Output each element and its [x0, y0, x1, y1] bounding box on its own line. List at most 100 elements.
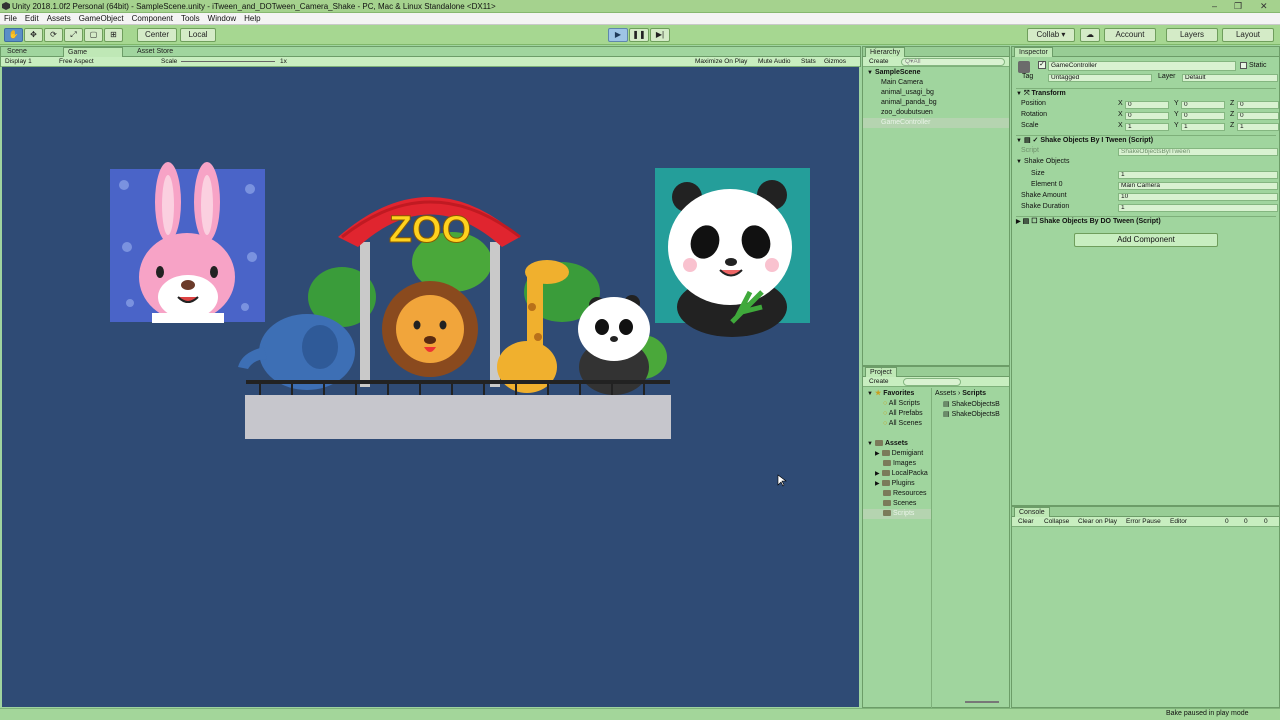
breadcrumb-item[interactable]: Assets — [935, 390, 956, 397]
project-create-button[interactable]: Create — [869, 377, 889, 387]
static-toggle[interactable]: Static — [1240, 61, 1266, 71]
rotation-y-field[interactable]: 0 — [1181, 112, 1225, 120]
position-z-field[interactable]: 0 — [1237, 101, 1279, 109]
folder-item[interactable]: ▶ LocalPacka — [875, 469, 928, 479]
tab-asset-store[interactable]: Asset Store — [133, 47, 177, 57]
folder-item[interactable]: Images — [883, 459, 916, 469]
menu-gameobject[interactable]: GameObject — [75, 13, 128, 23]
menu-edit[interactable]: Edit — [21, 13, 43, 23]
aspect-dropdown[interactable]: Free Aspect — [59, 57, 94, 67]
console-editor-dropdown[interactable]: Editor — [1170, 517, 1187, 527]
scene-root[interactable]: ▼ SampleScene — [867, 68, 920, 78]
menu-tools[interactable]: Tools — [177, 13, 204, 23]
transform-tool-icon[interactable]: ⊞ — [104, 28, 123, 42]
favorite-item[interactable]: ○ All Scripts — [883, 399, 920, 409]
project-search-input[interactable] — [903, 378, 961, 386]
folder-item[interactable]: Resources — [883, 489, 926, 499]
console-clear-on-play-button[interactable]: Clear on Play — [1078, 517, 1117, 527]
file-item[interactable]: ▤ ShakeObjectsB — [943, 410, 1000, 420]
element-0-field[interactable]: Main Camera — [1118, 182, 1278, 190]
folder-item[interactable]: ▶ Plugins — [875, 479, 915, 489]
rect-tool-icon[interactable]: ▢ — [84, 28, 103, 42]
hierarchy-create-button[interactable]: Create — [869, 57, 889, 67]
icon-size-slider[interactable] — [965, 701, 999, 703]
maximize-button[interactable]: ❐ — [1234, 1, 1242, 12]
folder-item-selected[interactable]: Scripts — [863, 509, 931, 519]
pivot-center-button[interactable]: Center — [137, 28, 177, 42]
hierarchy-item[interactable]: animal_panda_bg — [881, 98, 937, 108]
position-y-field[interactable]: 0 — [1181, 101, 1225, 109]
gizmos-dropdown[interactable]: Gizmos — [824, 57, 846, 67]
rotation-x-field[interactable]: 0 — [1125, 112, 1169, 120]
favorite-item[interactable]: ○ All Scenes — [883, 419, 922, 429]
size-field[interactable]: 1 — [1118, 171, 1278, 179]
console-info-count[interactable]: 0 — [1225, 517, 1229, 527]
tab-scene[interactable]: Scene — [3, 47, 31, 57]
layout-dropdown[interactable]: Layout — [1222, 28, 1274, 42]
collab-button[interactable]: Collab ▾ — [1027, 28, 1075, 42]
scale-slider[interactable] — [181, 61, 275, 62]
object-name-field[interactable]: GameController — [1048, 61, 1236, 71]
display-dropdown[interactable]: Display 1 — [5, 57, 32, 67]
favorites-header[interactable]: ▼ ★ Favorites — [867, 389, 914, 399]
menu-help[interactable]: Help — [240, 13, 264, 23]
folder-item[interactable]: Scenes — [883, 499, 916, 509]
maximize-on-play-toggle[interactable]: Maximize On Play — [695, 57, 747, 67]
static-checkbox[interactable] — [1240, 61, 1247, 69]
add-component-button[interactable]: Add Component — [1074, 233, 1218, 247]
hierarchy-item[interactable]: Main Camera — [881, 78, 923, 88]
console-warning-count[interactable]: 0 — [1244, 517, 1248, 527]
transform-header[interactable]: ▼ ⤧ Transform — [1016, 88, 1276, 99]
hierarchy-item-selected[interactable]: GameController — [863, 118, 1009, 128]
favorite-item[interactable]: ○ All Prefabs — [883, 409, 923, 419]
hierarchy-item[interactable]: zoo_doubutsuen — [881, 108, 933, 118]
console-error-pause-button[interactable]: Error Pause — [1126, 517, 1161, 527]
space-local-button[interactable]: Local — [180, 28, 216, 42]
tab-game[interactable]: Game — [63, 47, 123, 57]
scale-tool-icon[interactable]: ⤢ — [64, 28, 83, 42]
console-collapse-button[interactable]: Collapse — [1044, 517, 1069, 527]
pause-button[interactable]: ❚❚ — [629, 28, 649, 42]
itween-component-header[interactable]: ▼ ▤ ✓ Shake Objects By I Tween (Script) — [1016, 135, 1276, 146]
assets-header[interactable]: ▼ Assets — [867, 439, 908, 449]
step-button[interactable]: ▶| — [650, 28, 670, 42]
file-item[interactable]: ▤ ShakeObjectsB — [943, 400, 1000, 410]
dotween-component-header[interactable]: ▶ ▤ ☐ Shake Objects By DO Tween (Script) — [1016, 216, 1276, 227]
console-clear-button[interactable]: Clear — [1018, 517, 1034, 527]
position-x-field[interactable]: 0 — [1125, 101, 1169, 109]
rotate-tool-icon[interactable]: ⟳ — [44, 28, 63, 42]
tab-project[interactable]: Project — [865, 367, 897, 377]
cloud-icon[interactable]: ☁ — [1080, 28, 1100, 42]
hierarchy-item[interactable]: animal_usagi_bg — [881, 88, 934, 98]
rotation-z-field[interactable]: 0 — [1237, 112, 1279, 120]
play-button[interactable]: ▶ — [608, 28, 628, 42]
account-dropdown[interactable]: Account — [1104, 28, 1156, 42]
mute-audio-toggle[interactable]: Mute Audio — [758, 57, 791, 67]
shake-objects-foldout[interactable]: ▼ Shake Objects — [1016, 157, 1069, 167]
tag-dropdown[interactable]: Untagged — [1048, 74, 1152, 82]
layers-dropdown[interactable]: Layers — [1166, 28, 1218, 42]
scale-z-field[interactable]: 1 — [1237, 123, 1279, 131]
tab-console[interactable]: Console — [1014, 507, 1050, 517]
game-view[interactable]: ZOO — [2, 67, 859, 707]
minimize-button[interactable]: – — [1212, 1, 1217, 11]
active-checkbox[interactable]: ✓ — [1038, 61, 1046, 69]
scale-y-field[interactable]: 1 — [1181, 123, 1225, 131]
breadcrumb-item[interactable]: Scripts — [962, 390, 986, 397]
hand-tool-icon[interactable]: ✋ — [4, 28, 23, 42]
stats-toggle[interactable]: Stats — [801, 57, 816, 67]
tab-inspector[interactable]: Inspector — [1014, 47, 1053, 57]
shake-duration-field[interactable]: 1 — [1118, 204, 1278, 212]
folder-item[interactable]: ▶ Demigiant — [875, 449, 923, 459]
menu-file[interactable]: File — [0, 13, 21, 23]
menu-assets[interactable]: Assets — [43, 13, 75, 23]
shake-amount-field[interactable]: 10 — [1118, 193, 1278, 201]
menu-component[interactable]: Component — [128, 13, 177, 23]
tab-hierarchy[interactable]: Hierarchy — [865, 47, 905, 57]
close-button[interactable]: ✕ — [1260, 1, 1268, 12]
menu-window[interactable]: Window — [204, 13, 240, 23]
layer-dropdown[interactable]: Default — [1182, 74, 1278, 82]
console-error-count[interactable]: 0 — [1264, 517, 1268, 527]
scale-x-field[interactable]: 1 — [1125, 123, 1169, 131]
move-tool-icon[interactable]: ✥ — [24, 28, 43, 42]
